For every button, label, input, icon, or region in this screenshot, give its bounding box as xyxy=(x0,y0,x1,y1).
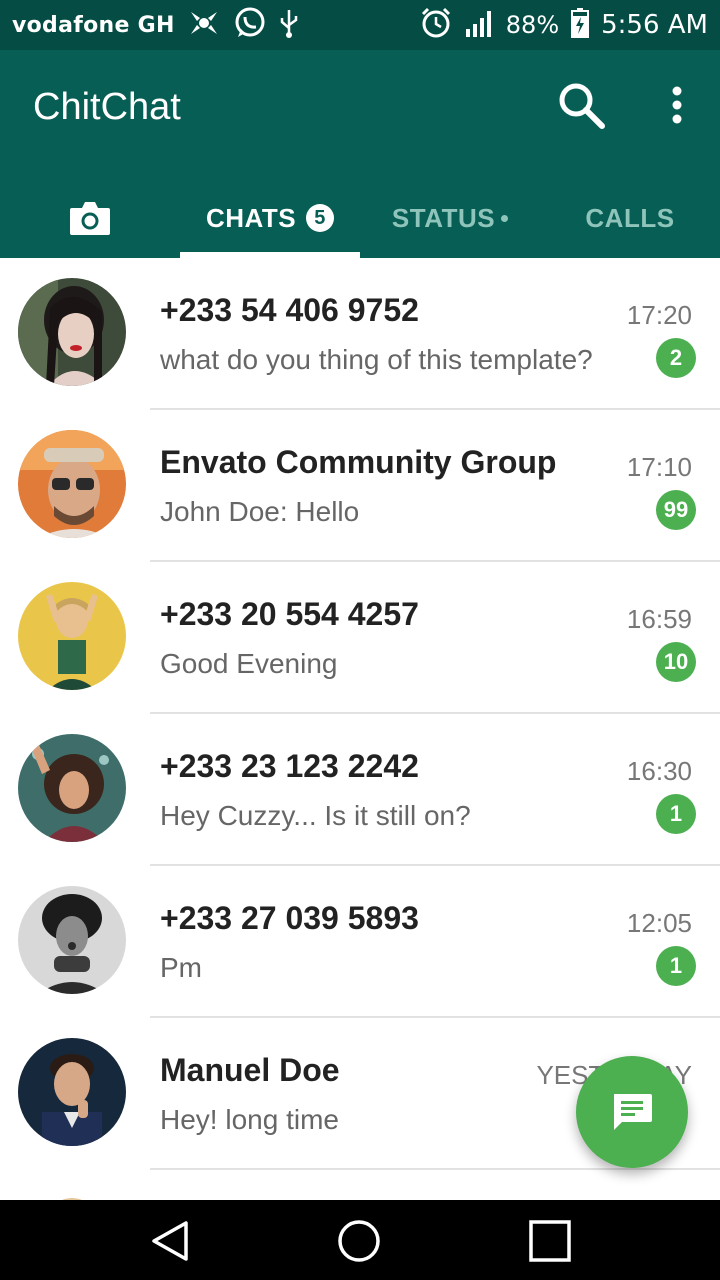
chat-row[interactable]: +233 54 406 9752 17:20 what do you thing… xyxy=(0,258,720,410)
chat-last-message: what do you thing of this template? xyxy=(160,344,593,375)
chat-time: 12:05 xyxy=(626,908,692,938)
chat-row[interactable]: +233 20 554 4257 16:59 Good Evening 10 xyxy=(0,562,720,714)
tab-chats[interactable]: CHATS 5 xyxy=(180,178,360,258)
chat-last-message: Good Evening xyxy=(160,648,338,679)
app-title: ChitChat xyxy=(33,86,181,128)
clock: 5:56 AM xyxy=(601,10,708,40)
chat-time: 17:20 xyxy=(626,300,692,330)
chat-name: +233 23 123 2242 xyxy=(160,748,419,784)
chat-time: 16:59 xyxy=(626,604,692,634)
battery-percent: 88% xyxy=(505,11,560,39)
unread-badge: 10 xyxy=(656,642,696,682)
recents-button[interactable] xyxy=(525,1216,575,1266)
alarm-icon xyxy=(420,7,452,44)
search-icon xyxy=(559,83,605,129)
home-circle-icon xyxy=(338,1220,380,1262)
chat-name: Envato Community Group xyxy=(160,444,557,480)
camera-icon xyxy=(70,202,110,235)
status-dot-icon xyxy=(501,214,509,222)
status-bar-left: vodafone GH xyxy=(12,6,299,45)
sync-icon xyxy=(187,8,221,43)
recents-square-icon xyxy=(529,1220,571,1262)
tab-status-label: STATUS xyxy=(391,202,496,233)
tab-camera[interactable] xyxy=(0,178,180,258)
chat-time: 16:30 xyxy=(626,756,692,786)
status-bar-right: 88% 5:56 AM xyxy=(420,7,708,44)
back-triangle-icon xyxy=(152,1221,188,1261)
unread-badge: 1 xyxy=(656,946,696,986)
usb-icon xyxy=(279,8,299,43)
avatar[interactable] xyxy=(18,1190,126,1200)
avatar[interactable] xyxy=(18,886,126,994)
avatar[interactable] xyxy=(18,734,126,842)
tab-calls-label: CALLS xyxy=(585,202,675,233)
avatar[interactable] xyxy=(18,582,126,690)
chat-time: 17:10 xyxy=(626,452,692,482)
chat-last-message: Hey! long time xyxy=(160,1104,339,1135)
chat-last-message: Hey Cuzzy... Is it still on? xyxy=(160,800,471,831)
tab-calls[interactable]: CALLS xyxy=(540,178,720,258)
chat-row[interactable]: +233 27 039 5893 12:05 Pm 1 xyxy=(0,866,720,1018)
avatar[interactable] xyxy=(18,1038,126,1146)
whatsapp-icon xyxy=(233,6,267,45)
chat-name: Manuel Doe xyxy=(160,1052,340,1088)
status-bar: vodafone GH 88% 5:56 AM xyxy=(0,0,720,50)
chat-row[interactable]: Envato Community Group 17:10 John Doe: H… xyxy=(0,410,720,562)
battery-charging-icon xyxy=(571,7,590,43)
message-icon xyxy=(614,1094,652,1130)
more-vert-icon xyxy=(672,86,682,124)
chat-name: +233 20 554 4257 xyxy=(160,596,419,632)
carrier-name: vodafone GH xyxy=(12,12,175,38)
unread-badge: 1 xyxy=(656,794,696,834)
tab-chats-badge: 5 xyxy=(306,204,335,232)
avatar[interactable] xyxy=(18,430,126,538)
new-chat-button[interactable] xyxy=(576,1056,688,1168)
app-bar: ChitChat CHATS 5 STATUS CALLS xyxy=(0,50,720,258)
home-button[interactable] xyxy=(334,1216,384,1266)
tab-status[interactable]: STATUS xyxy=(360,178,540,258)
chat-last-message: John Doe: Hello xyxy=(160,496,360,527)
more-options-button[interactable] xyxy=(652,80,702,130)
chat-row[interactable]: +233 23 123 2242 16:30 Hey Cuzzy... Is i… xyxy=(0,714,720,866)
chat-last-message: Pm xyxy=(160,952,202,983)
search-button[interactable] xyxy=(556,80,606,130)
avatar[interactable] xyxy=(18,278,126,386)
back-button[interactable] xyxy=(145,1216,195,1266)
navigation-bar xyxy=(0,1200,720,1280)
chat-name: +233 54 406 9752 xyxy=(160,292,419,328)
tab-bar: CHATS 5 STATUS CALLS xyxy=(0,178,720,258)
chat-name: +233 27 039 5893 xyxy=(160,900,419,936)
tab-chats-label: CHATS xyxy=(205,202,297,233)
chat-row[interactable] xyxy=(0,1170,720,1200)
unread-badge: 99 xyxy=(656,490,696,530)
unread-badge: 2 xyxy=(656,338,696,378)
signal-icon xyxy=(464,9,494,42)
